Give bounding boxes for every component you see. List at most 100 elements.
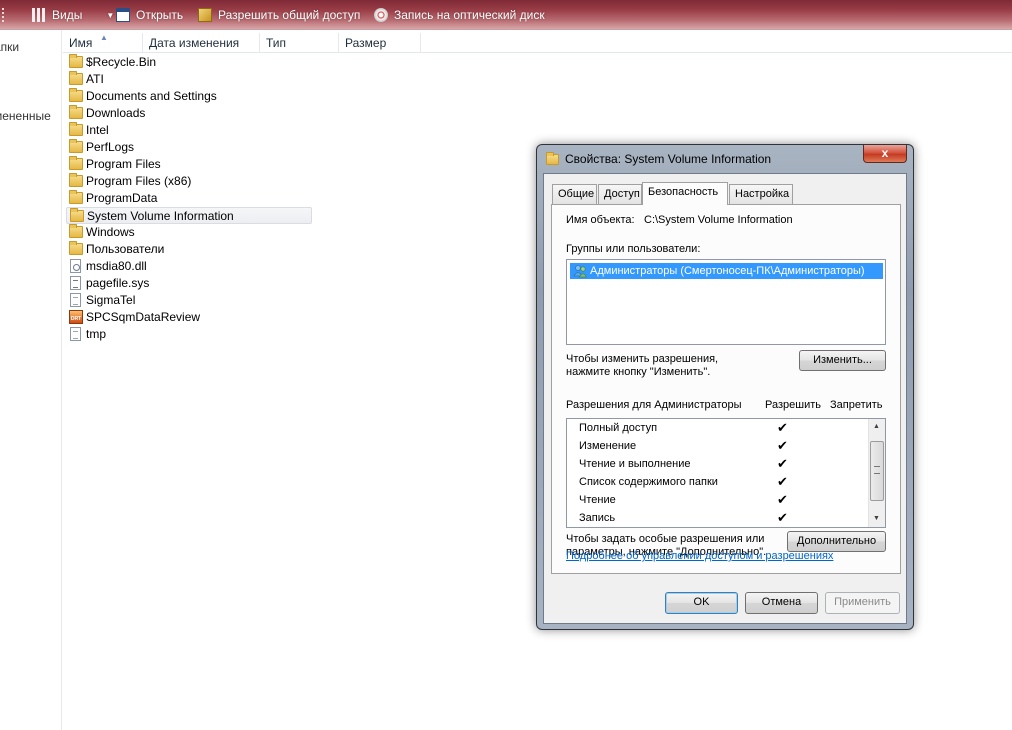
chevron-down-icon: ▼ [106, 10, 115, 20]
dll-file-icon [70, 259, 81, 273]
scrollbar-thumb[interactable] [870, 441, 884, 501]
checkmark-icon: ✔ [777, 510, 788, 525]
list-item[interactable]: Program Files (x86) [66, 173, 316, 190]
apply-button[interactable]: Применить [825, 592, 900, 614]
file-name: Program Files [86, 157, 161, 171]
file-name: PerfLogs [86, 140, 135, 154]
file-name: Documents and Settings [86, 89, 217, 103]
tab-sharing[interactable]: Доступ [598, 184, 642, 204]
folder-icon [69, 88, 83, 102]
list-item[interactable]: Downloads [66, 105, 316, 122]
file-list: $Recycle.Bin ATI Documents and Settings … [66, 54, 316, 343]
share-button[interactable]: Разрешить общий доступ [198, 6, 360, 24]
file-name: Downloads [86, 106, 146, 120]
list-item[interactable]: tmp [66, 326, 316, 343]
burn-button[interactable]: Запись на оптический диск [374, 6, 545, 24]
dialog-title: Свойства: System Volume Information [565, 152, 772, 166]
permission-name: Список содержимого папки [579, 476, 718, 488]
folder-icon [69, 105, 83, 119]
allow-column-label: Разрешить [765, 399, 821, 411]
column-name-label: Имя [69, 36, 93, 50]
column-size[interactable]: Размер [339, 33, 421, 53]
list-item[interactable]: Documents and Settings [66, 88, 316, 105]
column-name[interactable]: Имя ▲ [63, 33, 143, 53]
file-name: tmp [86, 327, 107, 341]
close-button[interactable]: x [863, 145, 907, 163]
checkmark-icon: ✔ [777, 474, 788, 489]
cancel-button[interactable]: Отмена [745, 592, 818, 614]
properties-dialog: Свойства: System Volume Information x Об… [536, 144, 914, 630]
list-item[interactable]: DRT SPCSqmDataReview [66, 309, 316, 326]
scroll-down-icon[interactable]: ▼ [873, 515, 880, 522]
permission-row: Изменение ✔ [579, 437, 869, 455]
checkmark-icon: ✔ [777, 438, 788, 453]
list-item[interactable]: PerfLogs [66, 139, 316, 156]
tab-customize[interactable]: Настройка [729, 184, 793, 204]
open-button[interactable]: Открыть [116, 6, 183, 24]
folder-icon [69, 173, 83, 187]
permission-name: Запись [579, 512, 616, 524]
list-item[interactable]: SigmaTel [66, 292, 316, 309]
folder-icon [69, 224, 83, 238]
list-item-selected[interactable]: System Volume Information [66, 207, 312, 224]
file-name: Windows [86, 225, 135, 239]
views-button[interactable]: Виды ▼ [32, 6, 114, 24]
permissions-label: Разрешения для Администраторы [566, 399, 742, 411]
folder-icon [69, 190, 83, 204]
folder-icon [70, 208, 84, 222]
folder-icon [69, 139, 83, 153]
folder-icon [69, 71, 83, 85]
open-label: Открыть [136, 8, 184, 22]
views-label: Виды [52, 8, 83, 22]
column-size-label: Размер [345, 36, 387, 50]
list-item[interactable]: $Recycle.Bin [66, 54, 316, 71]
file-name: Program Files (x86) [86, 174, 192, 188]
change-button[interactable]: Изменить... [799, 350, 886, 371]
list-item[interactable]: Windows [66, 224, 316, 241]
share-icon [198, 8, 212, 22]
advanced-button[interactable]: Дополнительно [787, 531, 886, 552]
list-item[interactable]: ProgramData [66, 190, 316, 207]
tab-general[interactable]: Общие [552, 184, 597, 204]
list-item[interactable]: msdia80.dll [66, 258, 316, 275]
nav-item-folders[interactable]: апки [0, 40, 19, 54]
permission-name: Изменение [579, 440, 637, 452]
column-type[interactable]: Тип [260, 33, 339, 53]
window-icon [116, 8, 130, 22]
ok-button[interactable]: OK [665, 592, 738, 614]
explorer-toolbar: Виды ▼ Открыть Разрешить общий доступ За… [0, 0, 1012, 30]
object-name-value: C:\System Volume Information [644, 214, 793, 226]
folder-icon [69, 122, 83, 136]
groups-listbox[interactable]: Администраторы (Смертоносец-ПК\Администр… [566, 259, 886, 345]
column-date[interactable]: Дата изменения [143, 33, 260, 53]
change-hint-line1: Чтобы изменить разрешения, [566, 353, 719, 365]
permissions-list[interactable]: Полный доступ ✔ Изменение ✔ Чтение и вып… [566, 418, 886, 528]
permissions-scrollbar[interactable]: ▲ ▼ [868, 419, 885, 527]
grip-icon [2, 8, 6, 22]
file-name: Пользователи [86, 242, 165, 256]
list-item[interactable]: Пользователи [66, 241, 316, 258]
group-item-label: Администраторы (Смертоносец-ПК\Администр… [590, 265, 865, 277]
list-item[interactable]: Intel [66, 122, 316, 139]
folder-icon [69, 241, 83, 255]
list-item[interactable]: Program Files [66, 156, 316, 173]
permission-name: Полный доступ [579, 422, 658, 434]
list-item[interactable]: pagefile.sys [66, 275, 316, 292]
scroll-up-icon[interactable]: ▲ [873, 423, 880, 430]
access-control-help-link[interactable]: Подробнее об управлении доступом и разре… [566, 550, 833, 562]
folder-icon [546, 152, 559, 165]
tab-security[interactable]: Безопасность [642, 182, 728, 205]
list-item[interactable]: ATI [66, 71, 316, 88]
file-icon [70, 327, 81, 341]
checkmark-icon: ✔ [777, 456, 788, 471]
nav-item-recent[interactable]: мененные [0, 109, 51, 123]
users-icon [573, 265, 587, 278]
dialog-body: Общие Доступ Безопасность Настройка Имя … [543, 173, 907, 624]
group-item-administrators[interactable]: Администраторы (Смертоносец-ПК\Администр… [570, 263, 883, 279]
permission-name: Чтение и выполнение [579, 458, 691, 470]
permission-row: Чтение и выполнение ✔ [579, 455, 869, 473]
file-name: ATI [86, 72, 104, 86]
checkmark-icon: ✔ [777, 492, 788, 507]
file-name: ProgramData [86, 191, 158, 205]
views-icon [32, 8, 46, 22]
